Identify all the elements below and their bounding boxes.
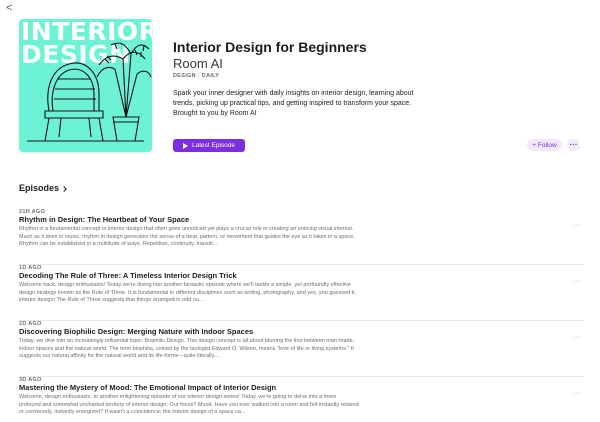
episode-more-icon[interactable]: ··· — [573, 334, 582, 341]
more-options-icon[interactable]: ··· — [567, 139, 580, 151]
play-icon — [182, 142, 188, 149]
episode-more-icon[interactable]: ··· — [573, 222, 582, 229]
episodes-heading-label: Episodes — [19, 183, 60, 193]
episode-row[interactable]: 3D AGO Mastering the Mystery of Mood: Th… — [19, 377, 584, 422]
episodes-heading-link[interactable]: Episodes — [19, 183, 67, 193]
follow-button[interactable]: + Follow — [527, 139, 562, 151]
chevron-right-icon — [61, 185, 67, 192]
back-chevron-icon[interactable]: < — [6, 3, 12, 14]
episode-title[interactable]: Discovering Biophilic Design: Merging Na… — [19, 327, 253, 336]
show-category-meta: DESIGN · DAILY — [173, 73, 220, 79]
episode-description: Today, we dive into an increasingly infl… — [19, 338, 355, 360]
episode-title[interactable]: Decoding The Rule of Three: A Timeless I… — [19, 271, 237, 280]
episode-list: 21H AGO Rhythm in Design: The Heartbeat … — [19, 209, 584, 422]
latest-episode-button[interactable]: Latest Episode — [173, 139, 245, 152]
show-description: Spark your inner designer with daily ins… — [173, 90, 414, 117]
latest-episode-label: Latest Episode — [191, 142, 235, 149]
episode-more-icon[interactable]: ··· — [573, 390, 582, 397]
episode-title[interactable]: Mastering the Mystery of Mood: The Emoti… — [19, 383, 276, 392]
chair-and-plant-illustration — [27, 42, 152, 142]
episode-description: Welcome back, design enthusiasts! Today … — [19, 282, 356, 304]
podcast-artwork: INTERIOR DESIGN — [19, 19, 152, 152]
episode-row[interactable]: 1D AGO Decoding The Rule of Three: A Tim… — [19, 265, 584, 321]
episode-row[interactable]: 21H AGO Rhythm in Design: The Heartbeat … — [19, 209, 584, 265]
episode-row[interactable]: 2D AGO Discovering Biophilic Design: Mer… — [19, 321, 584, 377]
episode-title[interactable]: Rhythm in Design: The Heartbeat of Your … — [19, 215, 189, 224]
follow-label: + Follow — [532, 141, 557, 149]
show-title: Interior Design for Beginners — [173, 39, 367, 55]
episode-description: Welcome, design enthusiasts, to another … — [19, 394, 359, 416]
episode-description: Rhythm is a fundamental concept in inter… — [19, 226, 355, 248]
episode-more-icon[interactable]: ··· — [573, 278, 582, 285]
show-author-link[interactable]: Room AI — [173, 56, 223, 71]
